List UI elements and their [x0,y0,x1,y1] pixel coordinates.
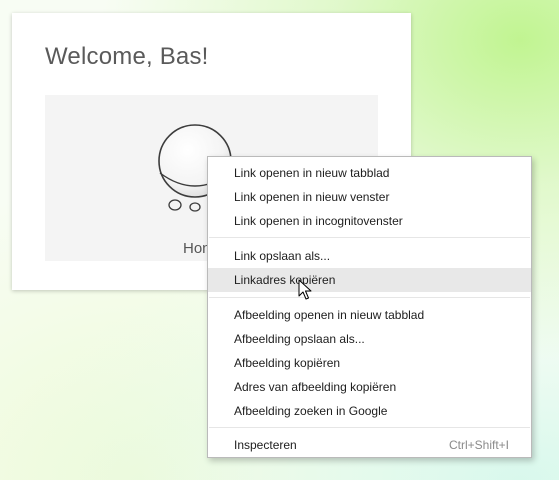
menu-item-copy-link-address[interactable]: Linkadres kopiëren [208,268,531,292]
menu-item-search-image-google[interactable]: Afbeelding zoeken in Google [208,399,531,423]
menu-item-inspect-label: Inspecteren [234,438,297,452]
menu-item-open-image-new-tab[interactable]: Afbeelding openen in nieuw tabblad [208,303,531,327]
menu-item-save-link-as[interactable]: Link opslaan als... [208,244,531,268]
menu-separator [209,297,530,298]
menu-item-inspect[interactable]: Inspecteren Ctrl+Shift+I [208,433,531,457]
arrow-pointer-icon [298,279,312,300]
menu-separator [209,427,530,428]
menu-item-save-image-as[interactable]: Afbeelding opslaan als... [208,327,531,351]
inspect-shortcut: Ctrl+Shift+I [448,438,509,452]
menu-item-open-link-incognito[interactable]: Link openen in incognitovenster [208,209,531,233]
menu-item-copy-image[interactable]: Afbeelding kopiëren [208,351,531,375]
menu-item-open-link-new-tab[interactable]: Link openen in nieuw tabblad [208,161,531,185]
menu-item-open-link-new-window[interactable]: Link openen in nieuw venster [208,185,531,209]
page-title: Welcome, Bas! [45,43,209,70]
menu-item-copy-image-address[interactable]: Adres van afbeelding kopiëren [208,375,531,399]
menu-separator [209,237,530,238]
context-menu: Link openen in nieuw tabblad Link openen… [207,156,532,458]
